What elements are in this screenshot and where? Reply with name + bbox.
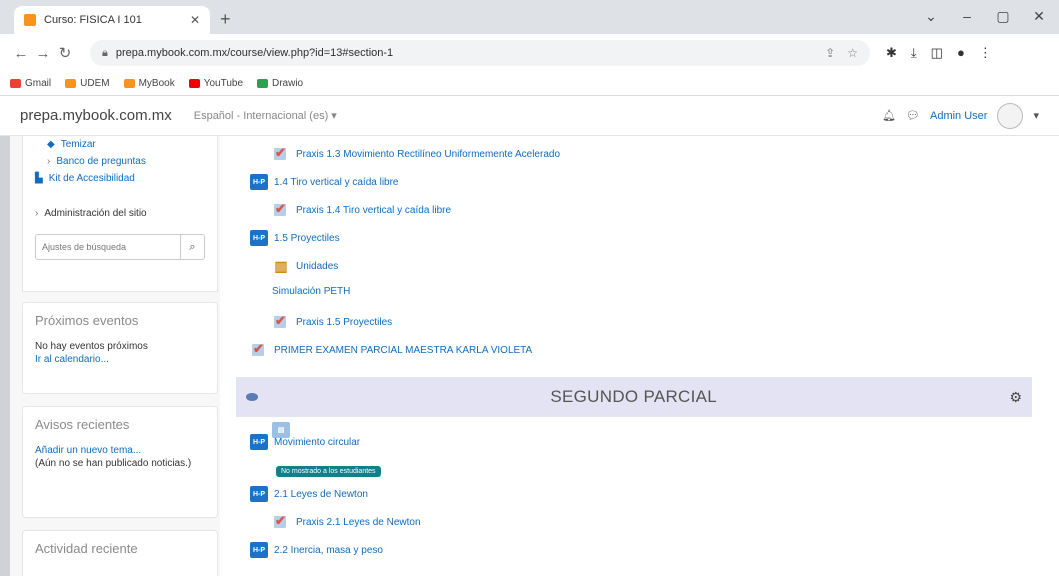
- site-navbar: prepa.mybook.com.mx Español - Internacio…: [0, 96, 1059, 136]
- h5p-icon: H-P: [250, 486, 268, 502]
- url-input[interactable]: 🔒︎ prepa.mybook.com.mx/course/view.php?i…: [90, 40, 870, 66]
- forward-arrow-icon[interactable]: →: [32, 45, 54, 62]
- browser-tab[interactable]: Curso: FISICA I 101 ✕: [14, 6, 210, 34]
- chevron-down-icon[interactable]: ⌄: [923, 8, 939, 25]
- collapse-icon[interactable]: [246, 393, 258, 401]
- block-title: Avisos recientes: [35, 417, 130, 432]
- side-panel-icon[interactable]: ◫: [931, 45, 943, 61]
- bookmark-drawio[interactable]: Drawio: [257, 78, 303, 89]
- activity-h5p[interactable]: H-P 2.1 Leyes de Newton: [250, 486, 368, 502]
- drawio-icon: [257, 79, 268, 88]
- bullet-icon: ◆: [47, 139, 55, 150]
- activity-h5p[interactable]: H-P 2.2 Inercia, masa y peso: [250, 542, 383, 558]
- course-content: Praxis 1.3 Movimiento Rectilíneo Uniform…: [232, 136, 1032, 576]
- add-topic-link[interactable]: Añadir un nuevo tema...: [35, 445, 141, 456]
- h5p-icon: H-P: [250, 434, 268, 450]
- h5p-icon: H-P: [250, 174, 268, 190]
- block-title: Próximos eventos: [35, 313, 139, 328]
- quiz-icon: [272, 313, 290, 330]
- section-title: SEGUNDO PARCIAL: [550, 387, 718, 406]
- activity-quiz[interactable]: Praxis 1.5 Proyectiles: [272, 313, 392, 330]
- lock-icon[interactable]: 🔒︎: [102, 47, 108, 60]
- section-header[interactable]: SEGUNDO PARCIAL ⚙: [236, 377, 1032, 417]
- h5p-icon: H-P: [250, 230, 268, 246]
- chevron-down-icon[interactable]: ▾: [1033, 109, 1039, 122]
- site-brand[interactable]: prepa.mybook.com.mx: [20, 107, 172, 124]
- url-text: prepa.mybook.com.mx/course/view.php?id=1…: [115, 47, 394, 59]
- udem-icon: [65, 79, 77, 88]
- quiz-icon: [272, 145, 290, 162]
- bookmark-gmail[interactable]: Gmail: [10, 78, 51, 89]
- reload-icon[interactable]: ↻: [54, 44, 76, 62]
- quiz-icon: [272, 201, 290, 218]
- calendar-link[interactable]: Ir al calendario...: [35, 354, 109, 365]
- menu-dots-icon[interactable]: ⋮: [979, 45, 992, 61]
- sidebar: ◆ Temizar › Banco de preguntas ▙ Kit de …: [10, 136, 220, 576]
- messages-icon[interactable]: 💬︎: [906, 109, 920, 122]
- close-tab-icon[interactable]: ✕: [190, 13, 200, 27]
- upcoming-events-block: Próximos eventos No hay eventos próximos…: [22, 302, 218, 394]
- page-body: ◆ Temizar › Banco de preguntas ▙ Kit de …: [0, 136, 1059, 576]
- accessibility-kit-icon: ▙: [35, 173, 43, 184]
- address-toolbar: ← → ↻ 🔒︎ prepa.mybook.com.mx/course/view…: [0, 34, 1059, 72]
- settings-search-input[interactable]: Ajustes de búsqueda: [35, 234, 181, 260]
- minimize-icon[interactable]: –: [959, 8, 975, 25]
- youtube-icon: [188, 79, 200, 88]
- chevron-right-icon: ›: [47, 156, 51, 167]
- nav-item-temizar[interactable]: ◆ Temizar: [35, 136, 205, 153]
- download-icon[interactable]: ⤓: [911, 45, 917, 61]
- user-menu[interactable]: Admin User: [930, 110, 987, 122]
- bookmark-star-icon[interactable]: ☆: [847, 46, 858, 60]
- bookmark-mybook[interactable]: MyBook: [123, 78, 175, 89]
- activity-h5p[interactable]: H-P Movimiento circular: [250, 434, 360, 450]
- activity-h5p[interactable]: H-P 1.5 Proyectiles: [250, 230, 340, 246]
- recent-activity-block: Actividad reciente: [22, 530, 218, 576]
- language-menu[interactable]: Español - Internacional (es) ▾: [194, 109, 337, 122]
- browser-tab-bar: Curso: FISICA I 101 ✕ + ⌄ – ▢ ✕: [0, 0, 1059, 34]
- close-window-icon[interactable]: ✕: [1031, 8, 1047, 25]
- chevron-right-icon: ›: [35, 208, 39, 219]
- share-icon[interactable]: ⇪: [825, 46, 835, 60]
- left-edge: [0, 136, 10, 576]
- notifications-bell-icon[interactable]: 🔔︎: [882, 109, 896, 122]
- activity-page[interactable]: ▤ Simulación PETH: [272, 286, 350, 438]
- nav-item-accessibility-kit[interactable]: ▙ Kit de Accesibilidad: [35, 170, 205, 187]
- mybook-icon: [123, 79, 135, 88]
- quiz-icon: [272, 513, 290, 530]
- bookmarks-bar: Gmail UDEM MyBook YouTube Drawio: [0, 72, 1059, 96]
- navigation-block: ◆ Temizar › Banco de preguntas ▙ Kit de …: [22, 136, 218, 292]
- profile-icon[interactable]: ●: [957, 45, 965, 61]
- block-title: Actividad reciente: [35, 541, 138, 556]
- bookmark-udem[interactable]: UDEM: [65, 78, 110, 89]
- site-favicon-icon: [24, 14, 36, 26]
- settings-search: Ajustes de búsqueda ⌕: [35, 234, 205, 260]
- back-arrow-icon[interactable]: ←: [10, 45, 32, 62]
- tab-title: Curso: FISICA I 101: [44, 14, 142, 26]
- activity-h5p[interactable]: H-P 1.4 Tiro vertical y caída libre: [250, 174, 399, 190]
- folder-icon: ▥: [272, 258, 290, 274]
- news-text: (Aún no se han publicado noticias.): [35, 458, 192, 469]
- quiz-icon: [250, 341, 268, 358]
- hidden-from-students-badge: No mostrado a los estudiantes: [276, 466, 381, 477]
- activity-quiz[interactable]: Praxis 2.1 Leyes de Newton: [272, 513, 421, 530]
- new-tab-icon[interactable]: +: [220, 9, 231, 30]
- avatar[interactable]: [997, 102, 1024, 129]
- gear-icon[interactable]: ⚙: [1009, 389, 1022, 406]
- h5p-icon: H-P: [250, 542, 268, 558]
- maximize-icon[interactable]: ▢: [995, 8, 1011, 25]
- activity-quiz[interactable]: Praxis 1.4 Tiro vertical y caída libre: [272, 201, 451, 218]
- events-text: No hay eventos próximos: [35, 341, 148, 352]
- search-icon[interactable]: ⌕: [181, 234, 205, 260]
- activity-folder[interactable]: ▥ Unidades: [272, 258, 338, 274]
- activity-quiz[interactable]: Praxis 1.3 Movimiento Rectilíneo Uniform…: [272, 145, 560, 162]
- activity-exam[interactable]: PRIMER EXAMEN PARCIAL MAESTRA KARLA VIOL…: [250, 341, 532, 358]
- bookmark-youtube[interactable]: YouTube: [188, 78, 243, 89]
- window-controls: ⌄ – ▢ ✕: [923, 8, 1047, 25]
- extensions-icon[interactable]: ✱: [886, 45, 897, 61]
- gmail-icon: [10, 79, 21, 88]
- recent-news-block: Avisos recientes Añadir un nuevo tema...…: [22, 406, 218, 518]
- nav-item-site-admin[interactable]: › Administración del sitio: [35, 205, 205, 222]
- nav-item-question-bank[interactable]: › Banco de preguntas: [35, 153, 205, 170]
